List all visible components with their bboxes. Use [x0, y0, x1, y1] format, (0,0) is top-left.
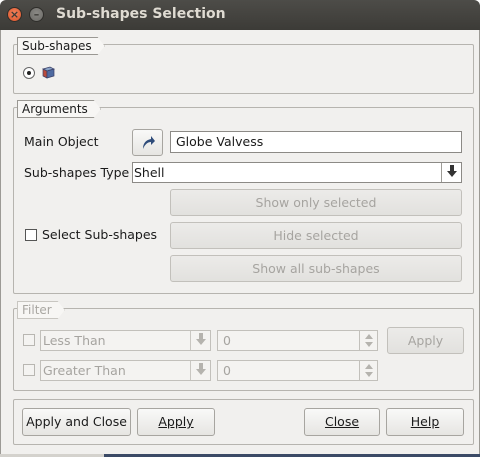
close-label: Close — [324, 414, 360, 429]
less-than-checkbox[interactable] — [23, 334, 35, 346]
greater-than-label: Greater Than — [43, 363, 126, 378]
greater-than-value: 0 — [223, 363, 231, 378]
less-than-label: Less Than — [43, 333, 106, 348]
select-arrow-icon — [142, 136, 155, 149]
window-close-button[interactable]: × — [7, 7, 22, 22]
filter-apply-button[interactable]: Apply — [387, 327, 464, 354]
less-than-spinbox[interactable]: 0 — [217, 330, 378, 351]
window-minimize-button[interactable]: – — [29, 7, 44, 22]
select-main-object-button[interactable] — [132, 129, 163, 156]
main-object-field[interactable]: Globe Valvess — [170, 131, 462, 153]
less-than-value: 0 — [223, 333, 231, 348]
window-title: Sub-shapes Selection — [56, 6, 226, 22]
chevron-down-icon[interactable] — [190, 331, 210, 350]
apply-and-close-button[interactable]: Apply and Close — [22, 408, 131, 436]
spin-arrows-icon[interactable] — [359, 361, 377, 380]
show-all-subshapes-button[interactable]: Show all sub-shapes — [170, 255, 462, 282]
greater-than-checkbox[interactable] — [23, 364, 35, 376]
spin-arrows-icon[interactable] — [359, 331, 377, 350]
help-label: Help — [410, 414, 440, 429]
select-subshapes-label: Select Sub-shapes — [42, 227, 158, 242]
show-only-selected-button[interactable]: Show only selected — [170, 189, 462, 216]
filter-apply-label: Apply — [407, 333, 444, 348]
subshapes-legend: Sub-shapes — [17, 37, 105, 55]
hide-selected-button[interactable]: Hide selected — [170, 222, 462, 249]
radio-selected-dot — [27, 71, 31, 75]
chevron-down-icon[interactable] — [441, 163, 461, 182]
close-button[interactable]: Close — [304, 408, 380, 436]
main-object-label: Main Object — [24, 134, 99, 149]
subshapes-type-combo[interactable]: Shell — [132, 162, 462, 183]
filter-legend: Filter — [17, 301, 65, 319]
less-than-combo[interactable]: Less Than — [40, 330, 211, 351]
arguments-legend: Arguments — [17, 100, 101, 118]
close-icon: × — [9, 8, 20, 21]
subshapes-type-value: Shell — [134, 165, 165, 180]
help-button[interactable]: Help — [386, 408, 464, 436]
select-subshapes-checkbox[interactable] — [25, 229, 37, 241]
subshapes-type-label: Sub-shapes Type — [24, 165, 130, 180]
greater-than-combo[interactable]: Greater Than — [40, 360, 211, 381]
apply-label: Apply — [158, 414, 194, 429]
greater-than-spinbox[interactable]: 0 — [217, 360, 378, 381]
subshape-radio[interactable] — [23, 67, 35, 79]
apply-button[interactable]: Apply — [137, 408, 215, 436]
solid-shape-icon — [40, 64, 56, 80]
minimize-icon: – — [33, 8, 40, 21]
chevron-down-icon[interactable] — [190, 361, 210, 380]
